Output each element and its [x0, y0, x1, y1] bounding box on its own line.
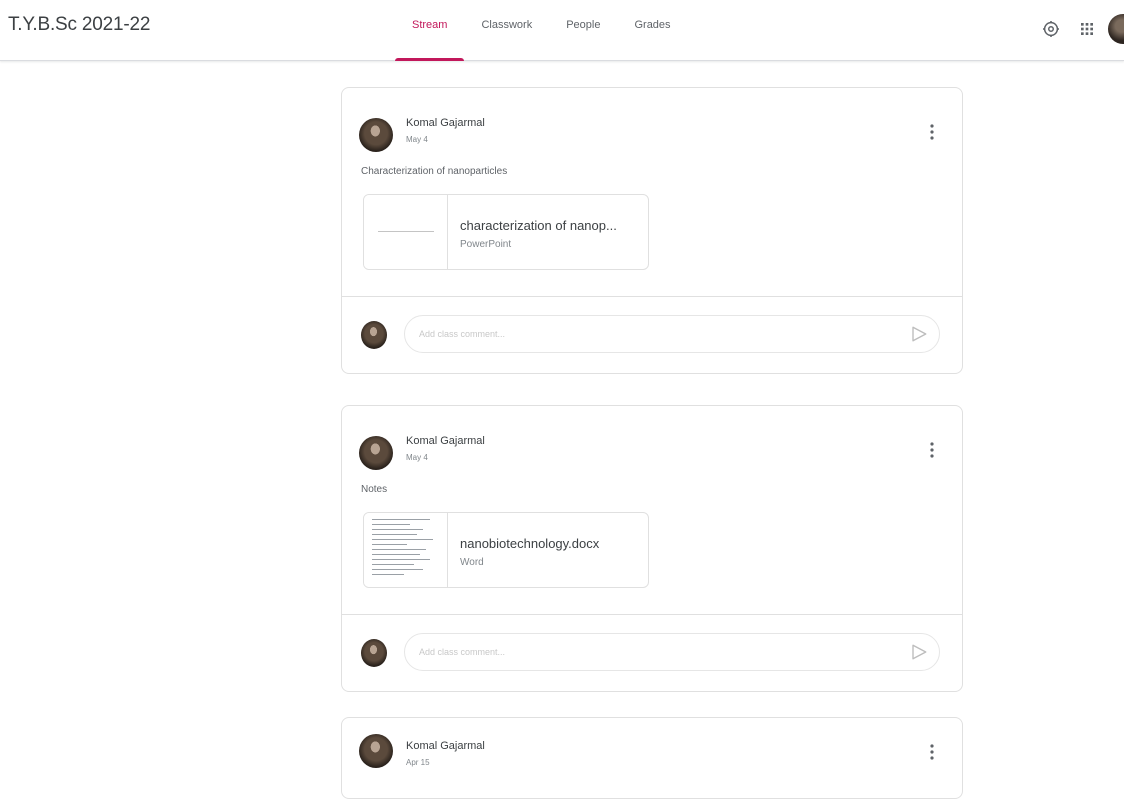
- post-text: Notes: [361, 484, 388, 495]
- post-author: Komal Gajarmal: [406, 117, 485, 129]
- tab-grades[interactable]: Grades: [617, 0, 687, 60]
- attachment-thumbnail: [364, 513, 448, 587]
- attachment-title: characterization of nanop...: [460, 218, 617, 233]
- avatar: [359, 734, 393, 768]
- apps-button[interactable]: [1072, 14, 1102, 44]
- avatar: [359, 118, 393, 152]
- comment-section: [342, 296, 962, 373]
- account-avatar[interactable]: [1108, 14, 1124, 44]
- post-date: Apr 15: [406, 758, 430, 767]
- attachment-type: PowerPoint: [460, 239, 512, 250]
- settings-button[interactable]: [1036, 14, 1066, 44]
- top-right-actions: [1030, 14, 1124, 44]
- comment-section: [342, 614, 962, 691]
- more-options-button[interactable]: [922, 740, 942, 764]
- more-options-button[interactable]: [922, 120, 942, 144]
- stream-post: Komal Gajarmal May 4 Notes nanobiotechno…: [341, 405, 963, 692]
- send-icon[interactable]: [910, 643, 928, 661]
- post-date: May 4: [406, 135, 428, 144]
- attachment-thumbnail: [364, 195, 448, 269]
- post-body: Komal Gajarmal May 4 Notes nanobiotechno…: [342, 406, 962, 614]
- comment-input[interactable]: [404, 315, 940, 353]
- tab-classwork[interactable]: Classwork: [464, 0, 549, 60]
- apps-grid-icon: [1081, 23, 1093, 35]
- avatar: [361, 321, 387, 349]
- tab-people[interactable]: People: [549, 0, 617, 60]
- avatar: [359, 436, 393, 470]
- tab-stream[interactable]: Stream: [395, 0, 465, 61]
- top-app-bar: T.Y.B.Sc 2021-22 Stream Classwork People…: [0, 0, 1124, 61]
- post-body: Komal Gajarmal Apr 15: [342, 718, 962, 798]
- more-vert-icon: [930, 442, 934, 458]
- more-vert-icon: [930, 124, 934, 140]
- attachment-title: nanobiotechnology.docx: [460, 536, 600, 551]
- more-vert-icon: [930, 744, 934, 760]
- attachment-type: Word: [460, 557, 484, 568]
- settings-icon: [1043, 21, 1059, 37]
- stream-post: Komal Gajarmal May 4 Characterization of…: [341, 87, 963, 374]
- stream-post: Komal Gajarmal Apr 15: [341, 717, 963, 799]
- attachment-card[interactable]: nanobiotechnology.docx Word: [363, 512, 649, 588]
- post-author: Komal Gajarmal: [406, 435, 485, 447]
- class-tabs: Stream Classwork People Grades: [395, 0, 688, 61]
- post-author: Komal Gajarmal: [406, 740, 485, 752]
- post-date: May 4: [406, 453, 428, 462]
- post-text: Characterization of nanoparticles: [361, 166, 508, 177]
- post-body: Komal Gajarmal May 4 Characterization of…: [342, 88, 962, 296]
- more-options-button[interactable]: [922, 438, 942, 462]
- avatar: [361, 639, 387, 667]
- send-icon[interactable]: [910, 325, 928, 343]
- comment-input[interactable]: [404, 633, 940, 671]
- attachment-card[interactable]: characterization of nanop... PowerPoint: [363, 194, 649, 270]
- class-title[interactable]: T.Y.B.Sc 2021-22: [8, 14, 150, 36]
